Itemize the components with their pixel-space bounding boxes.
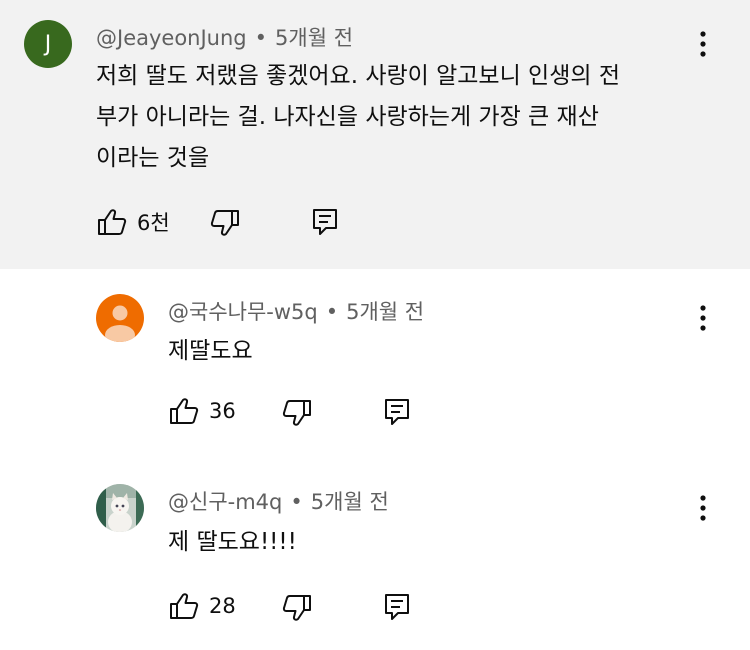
comment-text-line: 제 딸도요!!!! xyxy=(168,529,297,555)
more-vert-icon xyxy=(700,31,706,57)
more-vert-icon xyxy=(700,495,706,521)
dislike-icon xyxy=(210,210,239,236)
reply-icon xyxy=(313,209,337,235)
avatar[interactable] xyxy=(96,484,144,532)
comment-text-line: 제딸도요 xyxy=(168,338,253,364)
comment-time[interactable]: 5개월 전 xyxy=(311,490,389,514)
comment-time[interactable]: 5개월 전 xyxy=(346,300,424,324)
comment-text: 제 딸도요!!!! xyxy=(168,522,297,563)
dislike-button[interactable] xyxy=(282,399,312,427)
like-button[interactable]: 6천 xyxy=(97,207,170,237)
reply-button[interactable] xyxy=(384,398,410,426)
dislike-icon xyxy=(282,400,311,426)
more-options-button[interactable] xyxy=(693,492,713,524)
like-button[interactable]: 36 xyxy=(169,397,236,425)
like-count: 28 xyxy=(209,594,236,618)
comment-time[interactable]: 5개월 전 xyxy=(275,26,353,50)
reply-button[interactable] xyxy=(384,593,410,621)
dislike-icon xyxy=(282,595,311,621)
comment-text-line: 이라는 것을 xyxy=(96,145,210,171)
like-count: 36 xyxy=(209,399,236,423)
dislike-button[interactable] xyxy=(282,594,312,622)
meta-separator: • xyxy=(325,300,339,324)
comment-author[interactable]: @신구-m4q xyxy=(168,490,282,514)
more-options-button[interactable] xyxy=(693,28,713,60)
reply-icon xyxy=(385,399,409,425)
cat-photo-avatar xyxy=(96,484,144,532)
avatar[interactable] xyxy=(96,294,144,342)
comment-meta: @신구-m4q • 5개월 전 xyxy=(168,486,389,516)
default-avatar-icon xyxy=(105,305,135,342)
reply-button[interactable] xyxy=(312,208,338,236)
like-button[interactable]: 28 xyxy=(169,592,236,620)
comment-thread-main: J @JeayeonJung • 5개월 전 저희 딸도 저랬음 좋겠어요. 사랑이… xyxy=(0,0,750,269)
meta-separator: • xyxy=(290,490,303,514)
avatar-letter: J xyxy=(44,31,52,57)
like-icon xyxy=(170,593,199,619)
comment-author[interactable]: @국수나무-w5q xyxy=(168,300,318,324)
avatar[interactable]: J xyxy=(24,20,72,68)
comment-text: 제딸도요 xyxy=(168,331,253,372)
meta-separator: • xyxy=(254,26,268,50)
like-count: 6천 xyxy=(137,211,170,235)
reply-icon xyxy=(385,594,409,620)
more-vert-icon xyxy=(700,305,706,331)
comment-text: 저희 딸도 저랬음 좋겠어요. 사랑이 알고보니 인생의 전 부가 아니라는 걸… xyxy=(96,56,620,179)
like-icon xyxy=(98,209,127,235)
dislike-button[interactable] xyxy=(210,209,240,237)
like-icon xyxy=(170,398,199,424)
more-options-button[interactable] xyxy=(693,302,713,334)
comment-meta: @국수나무-w5q • 5개월 전 xyxy=(168,296,424,326)
comment-author[interactable]: @JeayeonJung xyxy=(96,26,247,50)
comment-text-line: 부가 아니라는 걸. 나자신을 사랑하는게 가장 큰 재산 xyxy=(96,104,599,130)
comment-text-line: 저희 딸도 저랬음 좋겠어요. 사랑이 알고보니 인생의 전 xyxy=(96,63,621,89)
comment-meta: @JeayeonJung • 5개월 전 xyxy=(96,22,353,52)
